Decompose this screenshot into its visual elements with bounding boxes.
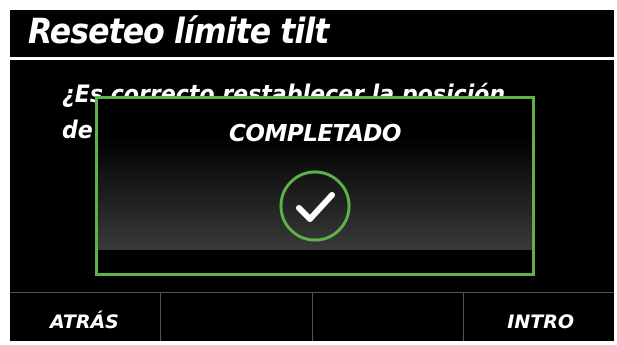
enter-softkey-label: INTRO [507, 311, 574, 333]
title-divider [10, 57, 614, 60]
completed-dialog: COMPLETADO [95, 96, 535, 276]
dialog-footer-band [98, 250, 532, 273]
device-screen: Reseteo límite tilt ¿Es correcto restabl… [10, 10, 614, 341]
back-softkey[interactable]: ATRÁS [10, 293, 162, 341]
enter-softkey[interactable]: INTRO [464, 293, 614, 341]
softkey-2[interactable] [161, 293, 313, 341]
page-title: Reseteo límite tilt [28, 12, 329, 52]
check-circle-icon [279, 170, 351, 242]
softkey-bar: ATRÁS INTRO [10, 293, 614, 341]
dialog-message: COMPLETADO [229, 121, 401, 147]
back-softkey-label: ATRÁS [50, 311, 119, 333]
softkey-3[interactable] [313, 293, 464, 341]
